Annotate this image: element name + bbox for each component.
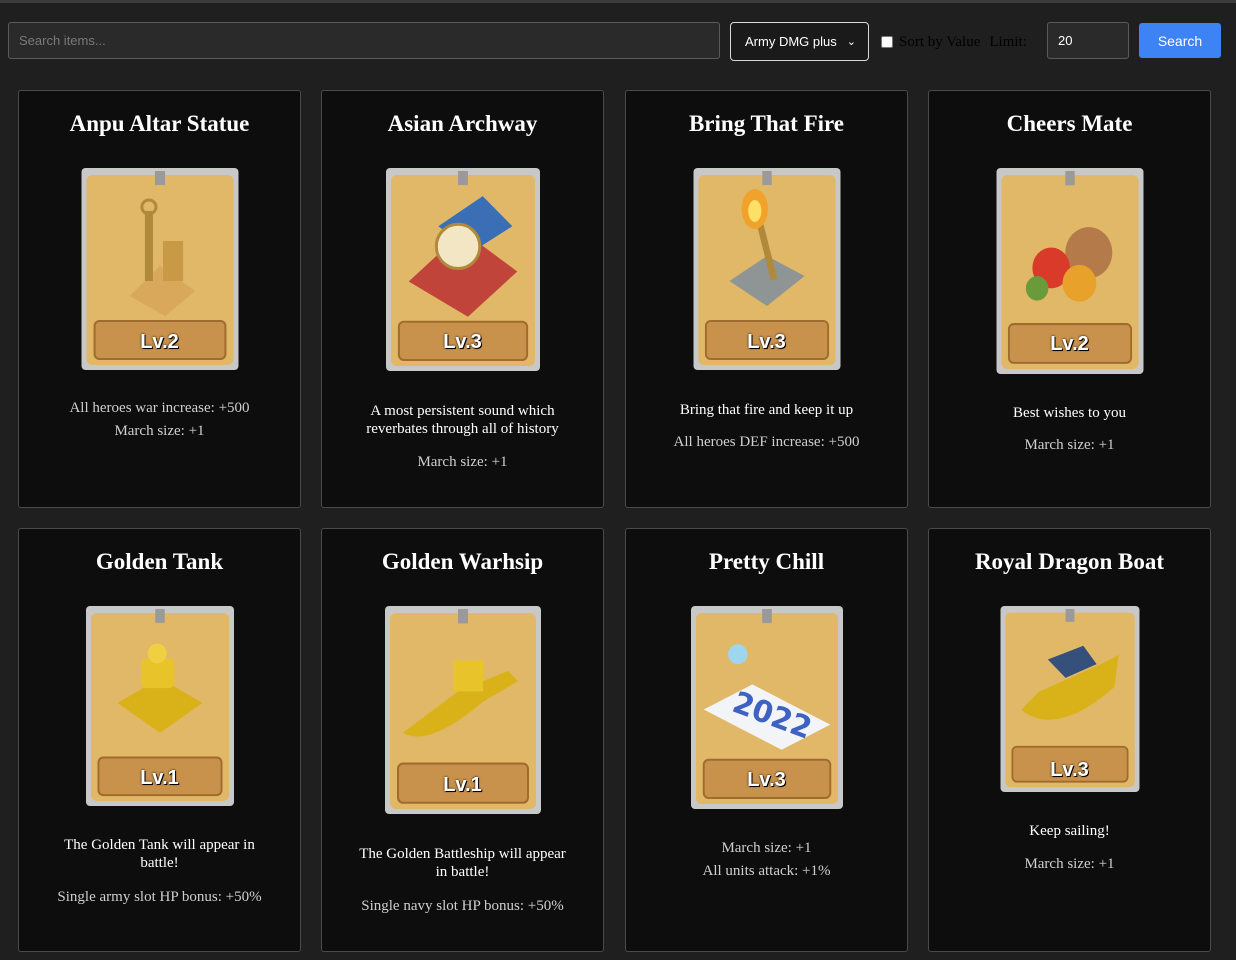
limit-value: 20 <box>1058 33 1073 48</box>
item-title: Cheers Mate <box>1006 111 1133 136</box>
limit-input[interactable]: 20 <box>1047 22 1129 59</box>
item-stat: All heroes war increase: +500 <box>69 400 250 416</box>
item-card[interactable]: Bring That Fire Lv.3 Bring that fire and… <box>625 90 908 508</box>
item-card[interactable]: Royal Dragon Boat Lv.3 Keep sailing! Mar… <box>928 528 1211 952</box>
item-card[interactable]: Golden Tank Lv.1 The Golden Tank will ap… <box>18 528 301 952</box>
level-badge: Lv.3 <box>747 769 786 791</box>
level-badge: Lv.1 <box>443 774 482 796</box>
item-stat: March size: +1 <box>1024 856 1115 872</box>
filter-select[interactable]: Army DMG plus ⌄ <box>730 22 869 61</box>
filter-select-value: Army DMG plus <box>745 34 837 49</box>
item-description: Best wishes to you <box>1013 405 1126 421</box>
item-title: Pretty Chill <box>708 549 825 574</box>
item-description: Keep sailing! <box>1029 823 1110 839</box>
level-badge: Lv.2 <box>1050 333 1089 355</box>
item-card[interactable]: Pretty Chill 2022 Lv.3 March size: +1 Al… <box>625 528 908 952</box>
sort-by-value-checkbox[interactable] <box>881 36 893 48</box>
item-title: Golden Tank <box>95 549 224 574</box>
level-badge: Lv.3 <box>1050 759 1089 781</box>
item-stat: March size: +1 <box>1024 437 1115 453</box>
level-badge: Lv.2 <box>140 331 179 353</box>
item-stat: Single navy slot HP bonus: +50% <box>361 898 564 914</box>
level-badge: Lv.3 <box>443 331 482 353</box>
limit-label: Limit: <box>989 33 1027 50</box>
item-stat: March size: +1 <box>417 454 508 470</box>
item-description: The Golden Battleship will appear in bat… <box>359 846 566 880</box>
item-stat: All heroes DEF increase: +500 <box>673 434 860 450</box>
level-badge: Lv.3 <box>747 331 786 353</box>
chevron-down-icon: ⌄ <box>846 36 856 48</box>
item-card[interactable]: Asian Archway Lv.3 A most persistent sou… <box>321 90 604 508</box>
item-stat: March size: +1 <box>114 423 205 439</box>
search-button-label: Search <box>1157 32 1203 49</box>
item-description: A most persistent sound which reverbates… <box>366 403 559 437</box>
sort-control: Sort by Value Limit: <box>881 31 1027 53</box>
item-title: Asian Archway <box>387 111 538 136</box>
item-stat: Single army slot HP bonus: +50% <box>57 889 262 905</box>
level-badge: Lv.1 <box>140 767 179 789</box>
sort-by-value-label: Sort by Value <box>899 33 981 50</box>
item-title: Bring That Fire <box>688 111 845 136</box>
item-stat: March size: +1 <box>721 840 812 856</box>
item-card[interactable]: Anpu Altar Statue Lv.2 All heroes war in… <box>18 90 301 508</box>
item-title: Royal Dragon Boat <box>974 549 1165 574</box>
item-description: The Golden Tank will appear in battle! <box>64 837 255 871</box>
item-description: Bring that fire and keep it up <box>679 402 854 418</box>
toolbar: Army DMG plus ⌄ Sort by Value Limit: 20 … <box>0 3 1236 81</box>
item-card[interactable]: Cheers Mate Lv.2 Best wishes to you Marc… <box>928 90 1211 508</box>
search-input[interactable] <box>8 22 720 59</box>
item-card[interactable]: Golden Warhsip Lv.1 The Golden Battleshi… <box>321 528 604 952</box>
search-button[interactable]: Search <box>1139 23 1221 58</box>
item-title: Golden Warhsip <box>381 549 544 574</box>
item-title: Anpu Altar Statue <box>69 111 250 136</box>
item-stat: All units attack: +1% <box>702 863 831 879</box>
